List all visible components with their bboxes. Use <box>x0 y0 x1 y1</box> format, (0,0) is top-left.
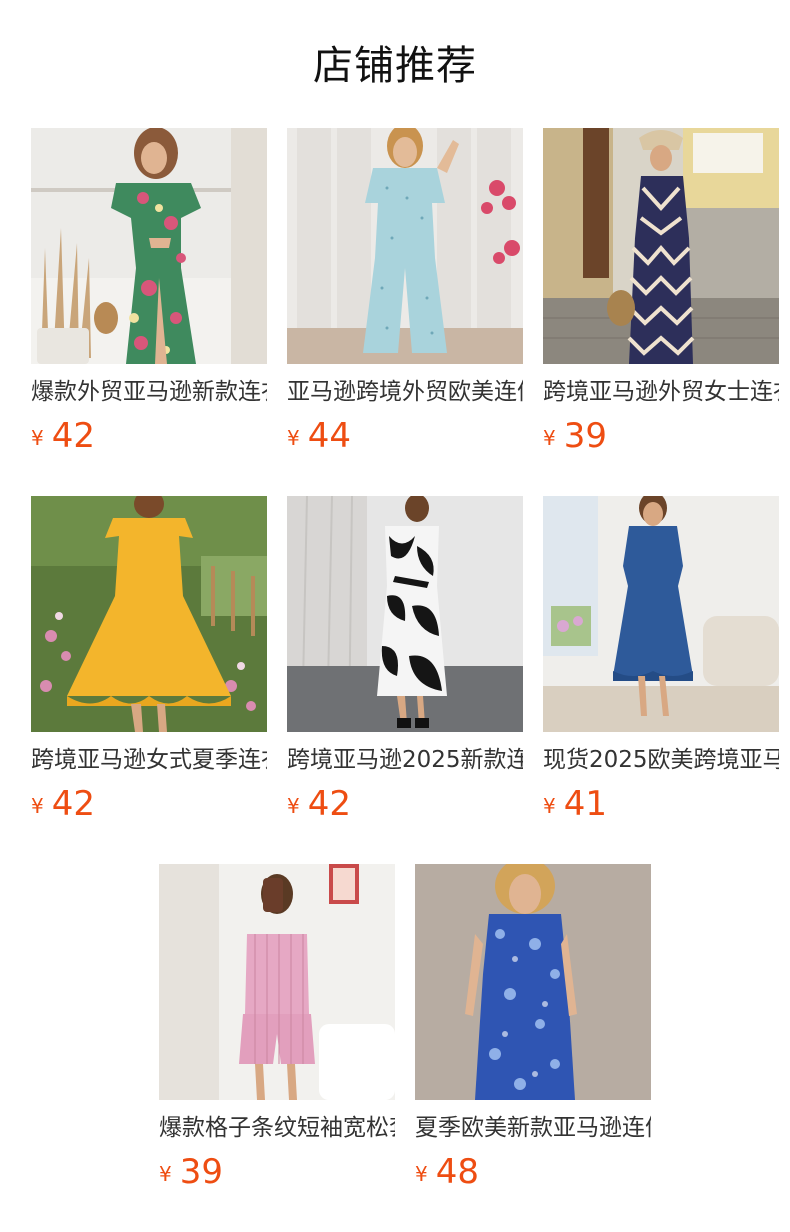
product-price: ¥42 <box>31 416 267 456</box>
product-image[interactable] <box>31 496 267 732</box>
product-name[interactable]: 爆款格子条纹短袖宽松套装 <box>159 1112 395 1144</box>
product-card[interactable]: 爆款格子条纹短袖宽松套装 ¥39 <box>159 864 395 1192</box>
product-price: ¥42 <box>287 784 523 824</box>
product-photo-navy-zigzag-dress <box>543 128 779 364</box>
price-value: 39 <box>179 1152 223 1192</box>
currency-symbol: ¥ <box>287 794 300 818</box>
price-value: 42 <box>307 784 351 824</box>
product-image[interactable] <box>543 496 779 732</box>
price-value: 41 <box>563 784 607 824</box>
product-image[interactable] <box>415 864 651 1100</box>
product-card[interactable]: 爆款外贸亚马逊新款连衣裙 ¥42 <box>31 128 267 456</box>
price-value: 48 <box>435 1152 479 1192</box>
product-image[interactable] <box>31 128 267 364</box>
product-grid-last-row: 爆款格子条纹短袖宽松套装 ¥39 <box>159 864 651 1192</box>
product-photo-blue-midi-dress <box>543 496 779 732</box>
price-value: 39 <box>563 416 607 456</box>
product-photo-green-floral-dress <box>31 128 267 364</box>
currency-symbol: ¥ <box>31 426 44 450</box>
product-card[interactable]: 现货2025欧美跨境亚马逊 ¥41 <box>543 496 779 824</box>
product-grid: 爆款外贸亚马逊新款连衣裙 ¥42 <box>31 128 779 824</box>
product-photo-light-blue-jumpsuit <box>287 128 523 364</box>
product-photo-blue-floral-jumpsuit <box>415 864 651 1100</box>
product-image[interactable] <box>543 128 779 364</box>
product-name[interactable]: 爆款外贸亚马逊新款连衣裙 <box>31 376 267 408</box>
product-name[interactable]: 跨境亚马逊外贸女士连衣裙 <box>543 376 779 408</box>
product-card[interactable]: 亚马逊跨境外贸欧美连体裤 ¥44 <box>287 128 523 456</box>
page-title: 店铺推荐 <box>313 43 477 89</box>
product-card[interactable]: 夏季欧美新款亚马逊连体裤 ¥48 <box>415 864 651 1192</box>
currency-symbol: ¥ <box>31 794 44 818</box>
product-card[interactable]: 跨境亚马逊女式夏季连衣裙 ¥42 <box>31 496 267 824</box>
currency-symbol: ¥ <box>415 1162 428 1186</box>
product-image[interactable] <box>287 496 523 732</box>
product-price: ¥41 <box>543 784 779 824</box>
product-name[interactable]: 夏季欧美新款亚马逊连体裤 <box>415 1112 651 1144</box>
price-value: 44 <box>307 416 351 456</box>
product-photo-yellow-ruffle-dress <box>31 496 267 732</box>
price-value: 42 <box>51 416 95 456</box>
product-name[interactable]: 跨境亚马逊女式夏季连衣裙 <box>31 744 267 776</box>
product-card[interactable]: 跨境亚马逊2025新款连衣裙 ¥42 <box>287 496 523 824</box>
product-card[interactable]: 跨境亚马逊外贸女士连衣裙 ¥39 <box>543 128 779 456</box>
currency-symbol: ¥ <box>543 794 556 818</box>
product-photo-pink-striped-shorts-set <box>159 864 395 1100</box>
product-price: ¥39 <box>543 416 779 456</box>
recommendation-page: 店铺推荐 爆款外贸亚马逊新款连 ¥ 42 亚马逊跨境外贸欧美连 ¥ 44 跨境亚… <box>0 0 790 1232</box>
price-value: 42 <box>51 784 95 824</box>
currency-symbol: ¥ <box>287 426 300 450</box>
product-name[interactable]: 跨境亚马逊2025新款连衣裙 <box>287 744 523 776</box>
currency-symbol: ¥ <box>543 426 556 450</box>
product-price: ¥39 <box>159 1152 395 1192</box>
product-name[interactable]: 现货2025欧美跨境亚马逊 <box>543 744 779 776</box>
product-image[interactable] <box>287 128 523 364</box>
product-name[interactable]: 亚马逊跨境外贸欧美连体裤 <box>287 376 523 408</box>
product-photo-black-white-print-dress <box>287 496 523 732</box>
product-price: ¥48 <box>415 1152 651 1192</box>
currency-symbol: ¥ <box>159 1162 172 1186</box>
product-price: ¥44 <box>287 416 523 456</box>
product-image[interactable] <box>159 864 395 1100</box>
product-price: ¥42 <box>31 784 267 824</box>
